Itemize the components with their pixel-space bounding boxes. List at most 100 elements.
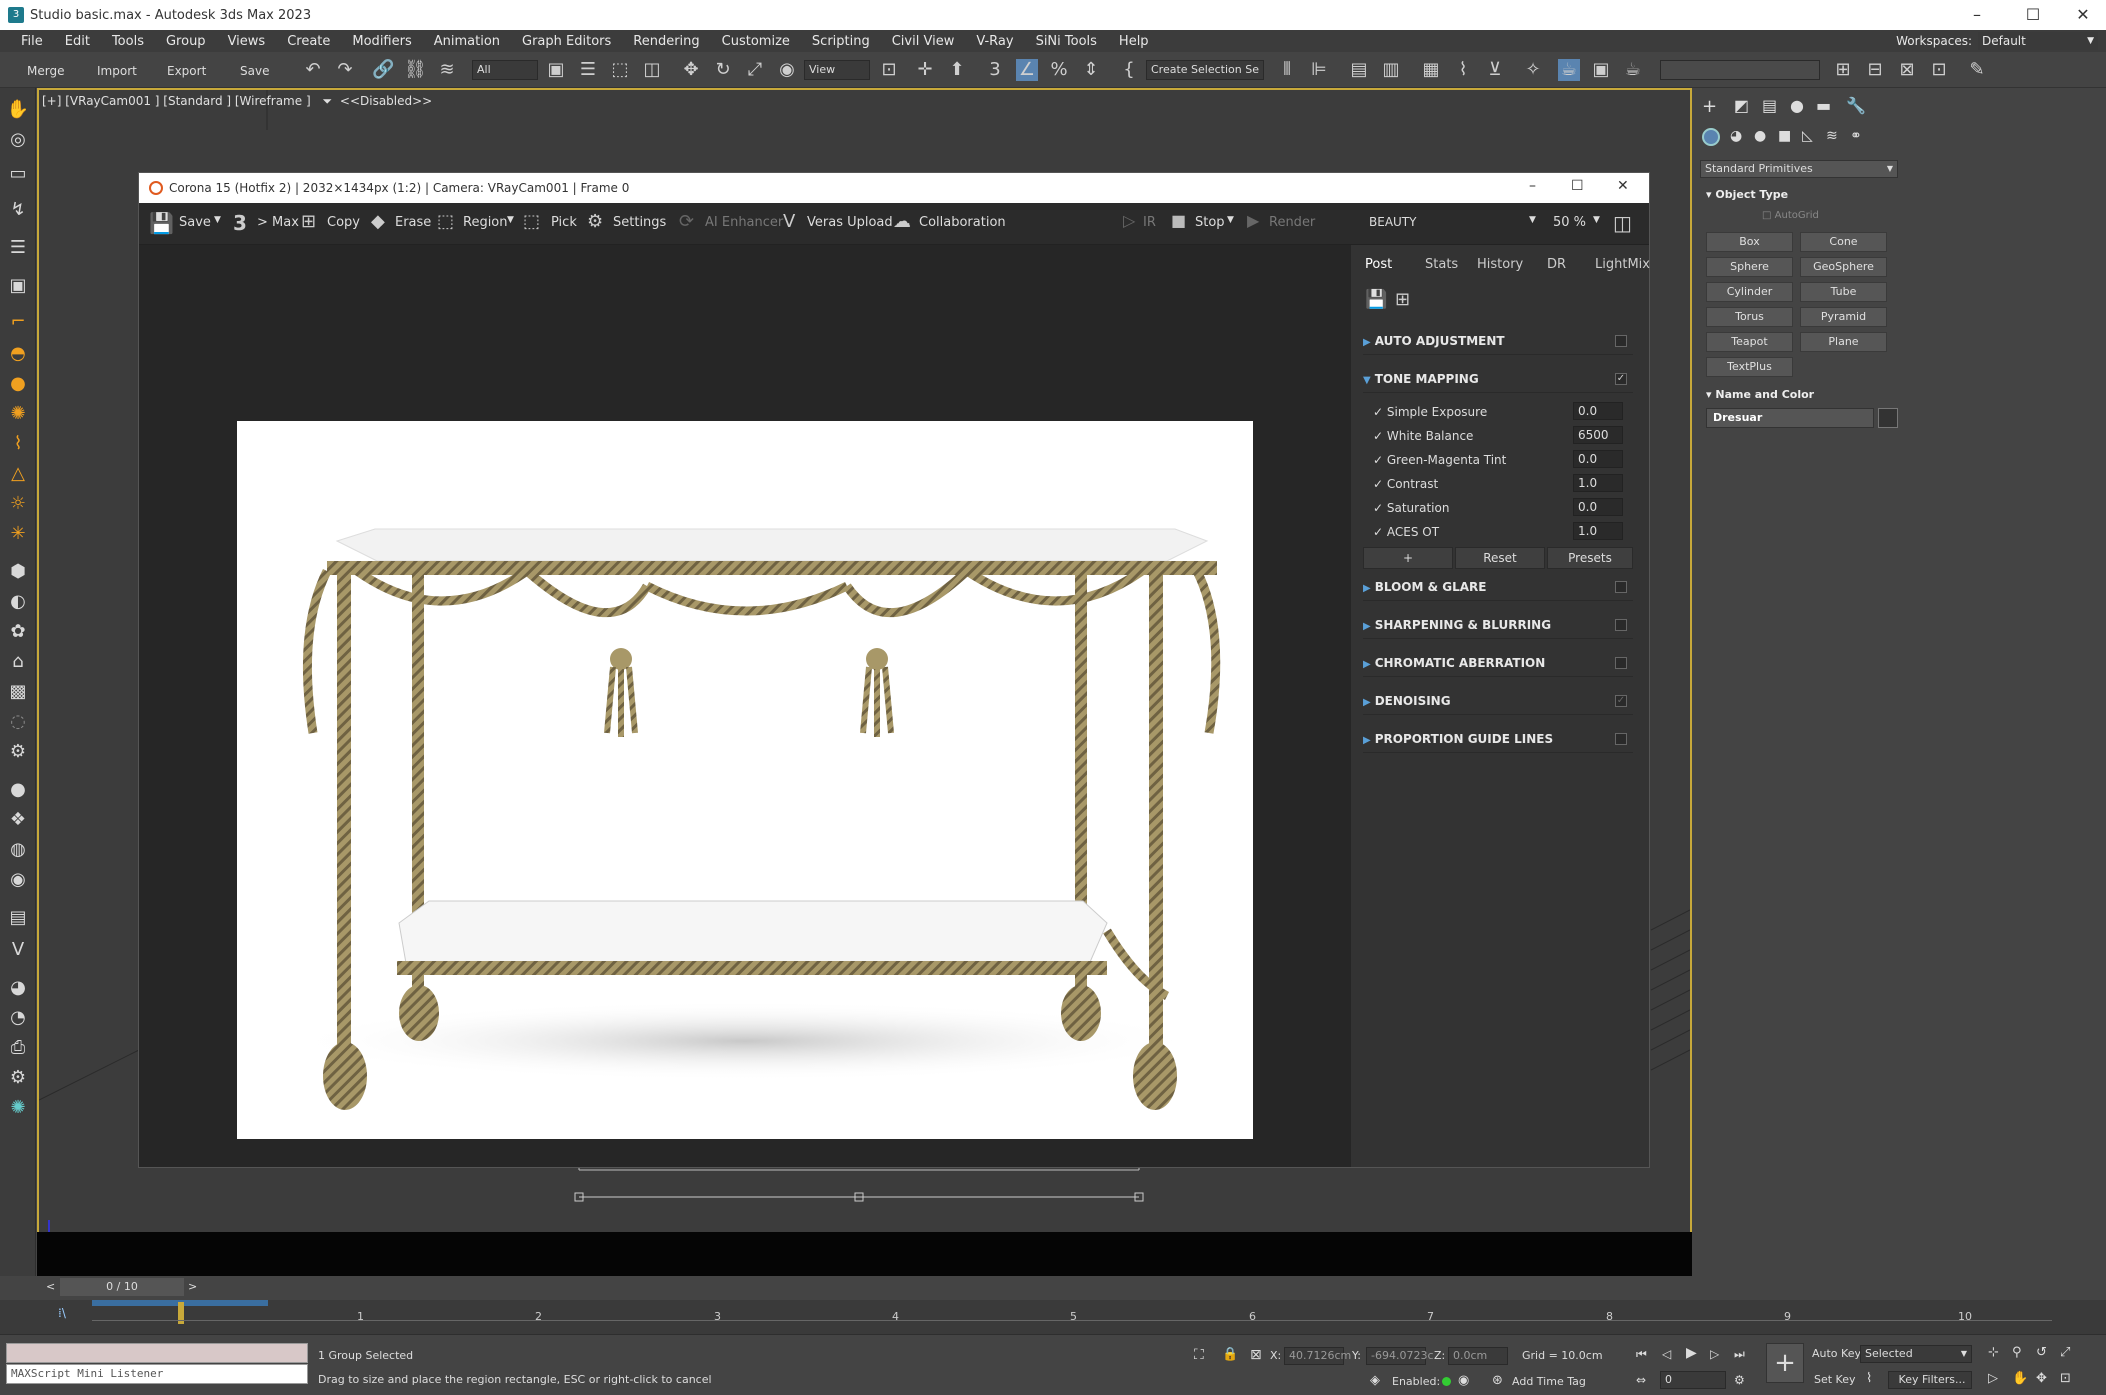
scene-explorer-icon[interactable]: ▤ <box>1348 59 1370 81</box>
channel-dropdown-icon[interactable]: ▼ <box>1529 215 1536 225</box>
cameras-icon[interactable]: ■ <box>1778 128 1791 144</box>
vfb-minimize-button[interactable]: – <box>1529 178 1536 194</box>
exposure-checkbox[interactable]: ✓ <box>1373 405 1387 419</box>
textplus-button[interactable]: TextPlus <box>1706 357 1793 377</box>
set-key-big-icon[interactable]: + <box>1766 1343 1804 1383</box>
key-filters-button[interactable]: Key Filters... <box>1888 1371 1972 1389</box>
edit-named-sets-icon[interactable]: { <box>1118 59 1140 81</box>
sphere-button[interactable]: Sphere <box>1706 257 1793 277</box>
geometry-icon[interactable] <box>1702 128 1720 146</box>
keyboard-shortcut-icon[interactable]: ⬆ <box>946 59 968 81</box>
lights-icon[interactable]: ● <box>1754 128 1766 144</box>
light-icon[interactable]: ⌐ <box>6 310 30 334</box>
render-preset-dropdown[interactable] <box>1660 60 1820 80</box>
orbit-nav-icon[interactable]: ↺ <box>2036 1345 2047 1360</box>
viewport-filter[interactable]: <<Disabled>> <box>340 94 432 108</box>
hierarchy-tab-icon[interactable]: ▤ <box>1762 96 1777 115</box>
menu-civil-view[interactable]: Civil View <box>881 34 966 49</box>
menu-help[interactable]: Help <box>1108 34 1160 49</box>
render-icon[interactable]: ◕ <box>6 976 30 1000</box>
snap-toolbar-icon[interactable]: ⊟ <box>1864 59 1886 81</box>
percent-snap-icon[interactable]: % <box>1048 59 1070 81</box>
vfb-collaboration-button[interactable]: Collaboration <box>919 215 1006 230</box>
sphere-light-icon[interactable]: ● <box>6 372 30 396</box>
collaboration-icon[interactable]: ☁ <box>893 211 911 232</box>
load-preset-icon[interactable]: ⊞ <box>1395 289 1410 310</box>
zoom-all-icon[interactable]: ⚲ <box>2012 1345 2022 1360</box>
save-button[interactable]: Save <box>240 64 269 78</box>
save-preset-icon[interactable]: 💾 <box>1365 289 1387 310</box>
x-coord-field[interactable]: 40.7126cm <box>1284 1347 1351 1365</box>
name-color-heading[interactable]: ▾ Name and Color <box>1706 388 1814 401</box>
vfb-to-max-button[interactable]: > Max <box>257 215 299 230</box>
vfb-save-button[interactable]: Save <box>179 215 211 230</box>
time-slider-handle[interactable]: 0 / 10 <box>60 1278 184 1296</box>
save-dropdown-icon[interactable]: ▼ <box>214 215 221 225</box>
export-button[interactable]: Export <box>167 64 206 78</box>
menu-views[interactable]: Views <box>217 34 277 49</box>
saturation-checkbox[interactable]: ✓ <box>1373 501 1387 515</box>
tab-dr[interactable]: DR <box>1547 257 1566 272</box>
white-balance-field[interactable]: 6500 <box>1573 426 1623 444</box>
next-frame-icon[interactable]: > <box>188 1280 197 1293</box>
render-setup-icon[interactable]: ☕ <box>1558 59 1580 81</box>
vfb-close-button[interactable]: ✕ <box>1617 178 1629 194</box>
spinner-snap-icon[interactable]: ⇕ <box>1080 59 1102 81</box>
maxscript-input[interactable] <box>6 1343 308 1363</box>
ref-coord-dropdown[interactable]: View <box>804 60 870 80</box>
fur-icon[interactable]: ◐ <box>6 590 30 614</box>
extras-icon[interactable]: ⊡ <box>1928 59 1950 81</box>
undo-icon[interactable]: ↶ <box>302 59 324 81</box>
spot-light-icon[interactable]: ⌇ <box>6 432 30 456</box>
goto-end-icon[interactable]: ⏭ <box>1734 1347 1745 1362</box>
cosmos-icon[interactable]: ⚙ <box>6 740 30 764</box>
reset-button[interactable]: Reset <box>1455 547 1545 569</box>
workspaces-dropdown[interactable]: Default ▼ <box>1978 32 2098 50</box>
cylinder-button[interactable]: Cylinder <box>1706 282 1793 302</box>
chromatic-checkbox[interactable] <box>1615 657 1627 669</box>
redo-icon[interactable]: ↷ <box>334 59 356 81</box>
sweep-icon[interactable]: ↯ <box>6 198 30 222</box>
box-button[interactable]: Box <box>1706 232 1793 252</box>
time-config-icon[interactable]: ⚙ <box>1734 1373 1745 1387</box>
vfb-settings-button[interactable]: Settings <box>613 215 666 230</box>
section-auto-adjustment[interactable]: ▶ AUTO ADJUSTMENT <box>1363 327 1633 355</box>
section-denoising[interactable]: ▶ DENOISING ✓ <box>1363 687 1633 715</box>
pyramid-button[interactable]: Pyramid <box>1800 307 1887 327</box>
vfb-veras-upload-button[interactable]: Veras Upload <box>807 215 893 230</box>
torus-button[interactable]: Torus <box>1706 307 1793 327</box>
curve-editor-icon[interactable]: ⌇ <box>1452 59 1474 81</box>
menu-graph-editors[interactable]: Graph Editors <box>511 34 622 49</box>
ies-light-icon[interactable]: △ <box>6 462 30 486</box>
section-bloom-glare[interactable]: ▶ BLOOM & GLARE <box>1363 573 1633 601</box>
section-chromatic-aberration[interactable]: ▶ CHROMATIC ABERRATION <box>1363 649 1633 677</box>
set-key-button[interactable]: Set Key <box>1814 1373 1856 1386</box>
vfb-icon[interactable]: ▤ <box>6 906 30 930</box>
cone-button[interactable]: Cone <box>1800 232 1887 252</box>
select-object-icon[interactable]: ▣ <box>545 59 567 81</box>
menu-modifiers[interactable]: Modifiers <box>341 34 422 49</box>
section-proportion-guides[interactable]: ▶ PROPORTION GUIDE LINES <box>1363 725 1633 753</box>
select-by-name-icon[interactable]: ☰ <box>577 59 599 81</box>
layer-explorer-icon[interactable]: ▥ <box>1380 59 1402 81</box>
maxscript-listener[interactable]: MAXScript Mini Listener <box>6 1364 308 1384</box>
mesh-light-icon[interactable]: ✺ <box>6 402 30 426</box>
object-type-heading[interactable]: ▾ Object Type <box>1706 188 1788 201</box>
isolate-icon[interactable]: ⛶ <box>1194 1347 1204 1363</box>
vfb-maximize-button[interactable]: ☐ <box>1571 178 1584 194</box>
align-icon[interactable]: ⊫ <box>1308 59 1330 81</box>
stop-icon[interactable]: ■ <box>1171 211 1186 230</box>
vfb-pick-button[interactable]: Pick <box>551 215 577 230</box>
menu-rendering[interactable]: Rendering <box>622 34 710 49</box>
copy-icon[interactable]: ⊞ <box>301 211 316 232</box>
pick-icon[interactable]: ⬚ <box>523 211 540 232</box>
menu-file[interactable]: File <box>10 34 54 49</box>
vfb-erase-button[interactable]: Erase <box>395 215 431 230</box>
spacewarps-icon[interactable]: ≋ <box>1826 128 1838 144</box>
object-name-field[interactable]: Dresuar <box>1706 408 1874 428</box>
time-slider[interactable]: < 0 / 10 > <box>0 1276 2106 1300</box>
filter-keys-icon[interactable]: ⁞\ <box>58 1306 66 1320</box>
bitmap-icon[interactable]: ◍ <box>6 838 30 862</box>
tint-field[interactable]: 0.0 <box>1573 450 1623 468</box>
ipr-icon[interactable]: ◔ <box>6 1006 30 1030</box>
